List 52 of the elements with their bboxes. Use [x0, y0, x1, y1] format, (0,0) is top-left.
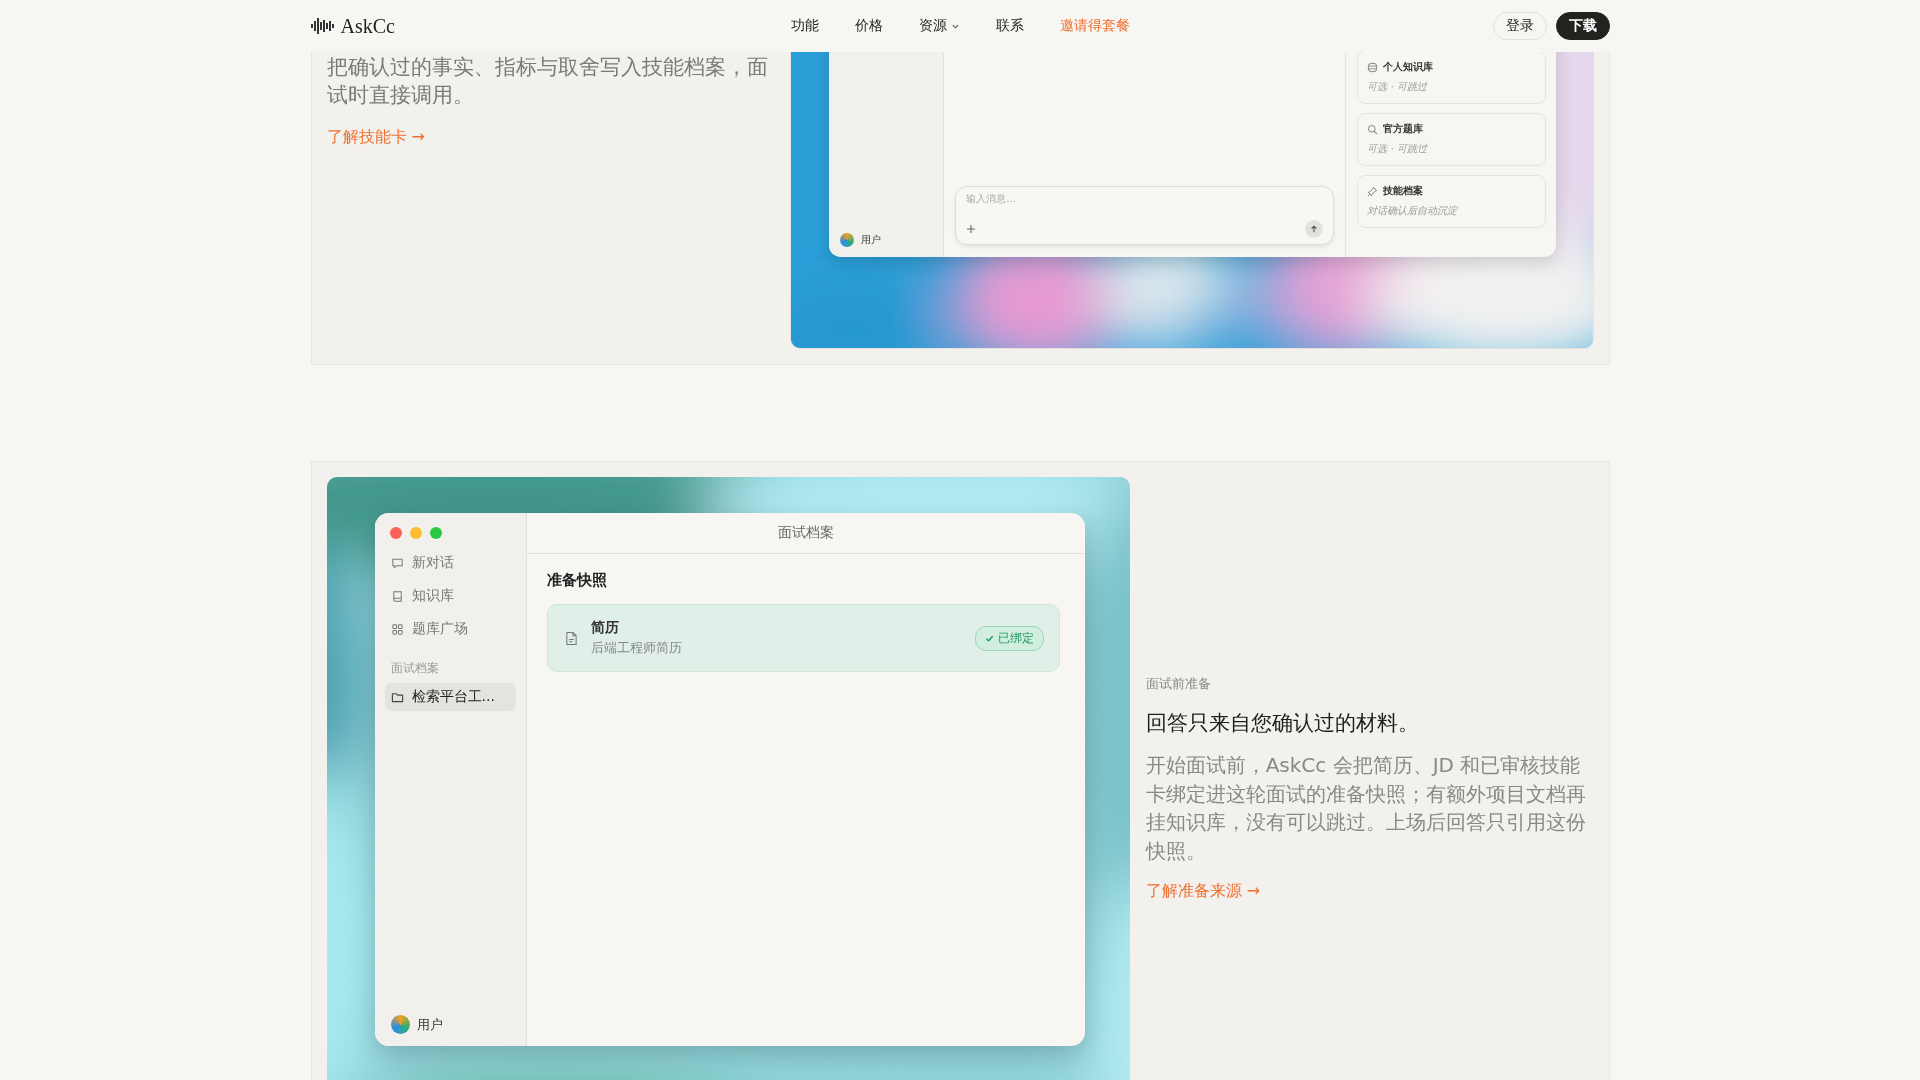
window-title: 面试档案: [777, 524, 834, 542]
send-button[interactable]: [1305, 220, 1324, 238]
close-button[interactable]: [389, 527, 402, 539]
source-note: 可选 · 可跳过: [1367, 142, 1429, 156]
section-label: 面试档案: [390, 660, 440, 677]
section-heading: 准备快照: [546, 571, 608, 590]
attach-button[interactable]: [966, 224, 977, 234]
arrow-up-icon: [1310, 225, 1319, 233]
document-title: 简历: [590, 619, 620, 637]
login-button[interactable]: 登录: [1492, 12, 1547, 40]
nav-link[interactable]: 功能: [790, 17, 819, 35]
book-icon: [390, 589, 404, 603]
waveform-icon: [310, 18, 335, 34]
sidebar-item[interactable]: 新对话: [384, 549, 516, 577]
minimize-button[interactable]: [409, 527, 422, 539]
source-title: 个人知识库: [1383, 60, 1434, 74]
eyebrow-label: 面试前准备: [1145, 675, 1212, 693]
source-title: 技能档案: [1383, 184, 1424, 198]
message-field[interactable]: 输入消息...: [966, 193, 1167, 204]
source-note: 可选 · 可跳过: [1367, 80, 1429, 94]
feature-description: 把确认过的事实、指标与取舍写入技能档案，面试时直接调用。: [326, 54, 769, 109]
source-title: 官方题库: [1383, 122, 1424, 136]
feature-description: 开始面试前，AskCc 会把简历、JD 和已审核技能卡绑定进这轮面试的准备快照；有额外项目文档再挂知识库，没有可以跳过。上场后回答只引用这份快照。: [1145, 752, 1587, 865]
source-card[interactable]: 官方题库 可选 · 可跳过: [1357, 113, 1547, 166]
sidebar-item[interactable]: 知识库: [384, 582, 516, 610]
user-name[interactable]: 用户: [861, 233, 882, 247]
nav-link[interactable]: 资源: [918, 17, 960, 35]
plus-icon: [966, 224, 977, 234]
sidebar-item[interactable]: 题库广场: [384, 615, 516, 643]
chat-icon: [390, 556, 404, 570]
document-icon: [564, 630, 578, 646]
sidebar-item[interactable]: 检索平台工...: [384, 683, 516, 711]
feature-title: 回答只来自您确认过的材料。: [1145, 710, 1420, 737]
folder-icon: [390, 690, 404, 704]
user-name[interactable]: 用户: [416, 1015, 443, 1034]
avatar-icon: [840, 233, 855, 247]
zoom-button[interactable]: [429, 527, 442, 539]
download-button[interactable]: 下载: [1555, 12, 1610, 40]
database-icon: [1367, 61, 1379, 73]
pin-icon: [1367, 185, 1379, 197]
grid-icon: [390, 622, 404, 636]
source-note: 对话确认后自动沉淀: [1367, 204, 1459, 218]
nav-link[interactable]: 联系: [995, 17, 1024, 35]
document-card[interactable]: 简历 后端工程师简历 已绑定: [546, 604, 1060, 672]
source-card[interactable]: 技能档案 对话确认后自动沉淀: [1357, 175, 1547, 228]
nav-link[interactable]: 价格: [854, 17, 883, 35]
status-badge: 已绑定: [974, 625, 1044, 651]
logo-text[interactable]: AskCc: [340, 14, 395, 38]
check-icon: [984, 633, 994, 643]
search-icon: [1367, 123, 1379, 135]
document-subtitle: 后端工程师简历: [590, 639, 683, 657]
avatar-icon: [390, 1015, 410, 1034]
